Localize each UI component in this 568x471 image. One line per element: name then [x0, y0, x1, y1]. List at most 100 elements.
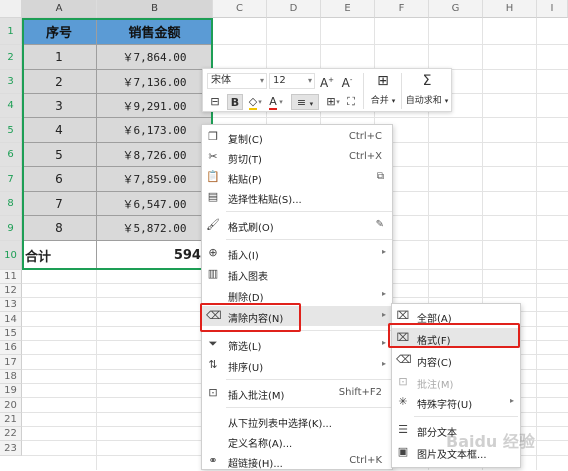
menu-item-define-name[interactable]: 定义名称(A)... [202, 431, 392, 451]
menu-item-label: 排序(U) [228, 363, 264, 374]
menu-item-label: 插入批注(M) [228, 391, 285, 402]
row-header-11[interactable]: 11 [0, 270, 22, 284]
column-header-f[interactable]: F [375, 0, 429, 18]
sales-cell[interactable]: ￥9,291.00 [97, 94, 213, 118]
sales-cell[interactable]: ￥7,864.00 [97, 45, 213, 70]
index-cell[interactable]: 5 [22, 143, 97, 167]
submenu-item-contents[interactable]: ⌫ 内容(C) [392, 350, 520, 370]
row-header-8[interactable]: 8 [0, 192, 22, 216]
row-header-22[interactable]: 22 [0, 427, 22, 441]
row-header-15[interactable]: 15 [0, 327, 22, 341]
row-header-7[interactable]: 7 [0, 167, 22, 192]
row-header-16[interactable]: 16 [0, 341, 22, 355]
paste-options-icon[interactable]: ⧉ [377, 171, 384, 182]
row-header-21[interactable]: 21 [0, 413, 22, 427]
wrap-text-icon[interactable]: ⊟ [207, 94, 223, 110]
total-label-cell[interactable]: 合计 [22, 241, 97, 270]
merge-button[interactable]: ⊞ 合并 ▾ [363, 72, 403, 106]
column-header-h[interactable]: H [483, 0, 537, 18]
menu-divider [226, 211, 392, 212]
text-icon: ☰ [398, 423, 408, 436]
cell-style-icon[interactable]: ⛶ [343, 94, 359, 110]
row-header-4[interactable]: 4 [0, 94, 22, 118]
menu-item-sort[interactable]: ⇅ 排序(U) ▸ [202, 355, 392, 375]
row-header-18[interactable]: 18 [0, 370, 22, 384]
index-cell[interactable]: 6 [22, 167, 97, 192]
header-cell-index[interactable]: 序号 [22, 18, 97, 45]
chart-icon: ▥ [207, 267, 219, 280]
link-icon: ⚭ [208, 454, 218, 467]
menu-item-copy[interactable]: ❐ 复制(C) Ctrl+C [202, 127, 392, 147]
submenu-item-format[interactable]: ⌧ 格式(F) [392, 328, 520, 348]
align-icon[interactable]: ≡ ▾ [291, 94, 319, 110]
menu-item-filter[interactable]: ⏷ 筛选(L) ▸ [202, 334, 392, 354]
column-header-a[interactable]: A [22, 0, 97, 18]
sales-cell[interactable]: ￥5,872.00 [97, 216, 213, 241]
submenu-item-special-chars[interactable]: ✳ 特殊字符(U) ▸ [392, 392, 520, 412]
menu-item-pick-from-list[interactable]: 从下拉列表中选择(K)... [202, 411, 392, 431]
sales-cell[interactable]: ￥7,136.00 [97, 70, 213, 94]
submenu-item-label: 批注(M) [417, 380, 454, 391]
sales-cell[interactable]: ￥8,726.00 [97, 143, 213, 167]
index-cell[interactable]: 2 [22, 70, 97, 94]
row-header-14[interactable]: 14 [0, 312, 22, 327]
total-value-cell[interactable]: 5946 [97, 241, 213, 270]
format-painter-icon: 🖌 [206, 218, 220, 231]
row-header-10[interactable]: 10 [0, 241, 22, 270]
menu-item-label: 复制(C) [228, 135, 263, 146]
menu-item-paste[interactable]: 📋 粘贴(P) ⧉ [202, 167, 392, 187]
row-header-13[interactable]: 13 [0, 298, 22, 312]
index-cell[interactable]: 1 [22, 45, 97, 70]
menu-item-label: 插入(I) [228, 251, 259, 262]
row-header-1[interactable]: 1 [0, 18, 22, 45]
row-header-12[interactable]: 12 [0, 284, 22, 298]
menu-item-insert-chart[interactable]: ▥ 插入图表 [202, 264, 392, 284]
submenu-item-label: 特殊字符(U) [417, 400, 473, 411]
menu-item-hyperlink[interactable]: ⚭ 超链接(H)... Ctrl+K [202, 451, 392, 471]
row-header-19[interactable]: 19 [0, 384, 22, 398]
row-header-17[interactable]: 17 [0, 355, 22, 370]
index-cell[interactable]: 8 [22, 216, 97, 241]
chevron-down-icon[interactable]: ▾ [256, 94, 264, 110]
select-all-corner[interactable] [0, 0, 22, 18]
row-header-3[interactable]: 3 [0, 70, 22, 94]
column-header-i[interactable]: I [537, 0, 568, 18]
row-header-6[interactable]: 6 [0, 143, 22, 167]
menu-item-insert[interactable]: ⊕ 插入(I) ▸ [202, 243, 392, 263]
merge-icon: ⊞ [377, 73, 389, 89]
menu-item-insert-comment[interactable]: ⊡ 插入批注(M) Shift+F2 [202, 383, 392, 403]
menu-item-format-painter[interactable]: 🖌 格式刷(O) ✎ [202, 215, 392, 235]
autosum-button[interactable]: Σ 自动求和 ▾ [403, 72, 451, 106]
row-header-20[interactable]: 20 [0, 398, 22, 413]
header-cell-sales[interactable]: 销售金额 [97, 18, 213, 45]
menu-item-cut[interactable]: ✂ 剪切(T) Ctrl+X [202, 147, 392, 167]
menu-item-delete[interactable]: 删除(D) ▸ [202, 285, 392, 305]
column-header-e[interactable]: E [321, 0, 375, 18]
menu-item-clear-contents[interactable]: ⌫ 清除内容(N) ▸ [202, 306, 392, 326]
menu-item-paste-special[interactable]: ▤ 选择性粘贴(S)... [202, 187, 392, 207]
row-header-23[interactable]: 23 [0, 441, 22, 456]
column-header-g[interactable]: G [429, 0, 483, 18]
sales-cell[interactable]: ￥7,859.00 [97, 167, 213, 192]
decrease-font-icon[interactable]: A- [339, 72, 355, 90]
chevron-down-icon[interactable]: ▾ [334, 94, 342, 110]
menu-item-label: 选择性粘贴(S)... [228, 195, 302, 206]
sales-cell[interactable]: ￥6,547.00 [97, 192, 213, 216]
column-header-d[interactable]: D [267, 0, 321, 18]
index-cell[interactable]: 4 [22, 118, 97, 143]
sales-cell[interactable]: ￥6,173.00 [97, 118, 213, 143]
index-cell[interactable]: 3 [22, 94, 97, 118]
row-header-2[interactable]: 2 [0, 45, 22, 70]
chevron-down-icon[interactable]: ▾ [277, 94, 285, 110]
column-header-c[interactable]: C [213, 0, 267, 18]
row-header-9[interactable]: 9 [0, 216, 22, 241]
bold-icon[interactable]: B [227, 94, 243, 110]
font-size-select[interactable]: 12 ▾ [269, 73, 315, 89]
index-cell[interactable]: 7 [22, 192, 97, 216]
row-header-5[interactable]: 5 [0, 118, 22, 143]
increase-font-icon[interactable]: A+ [319, 72, 335, 90]
submenu-item-comments[interactable]: ⊡ 批注(M) [392, 372, 520, 392]
font-name-select[interactable]: 宋体 ▾ [207, 73, 267, 89]
submenu-item-all[interactable]: ⌧ 全部(A) [392, 306, 520, 326]
column-header-b[interactable]: B [97, 0, 213, 18]
